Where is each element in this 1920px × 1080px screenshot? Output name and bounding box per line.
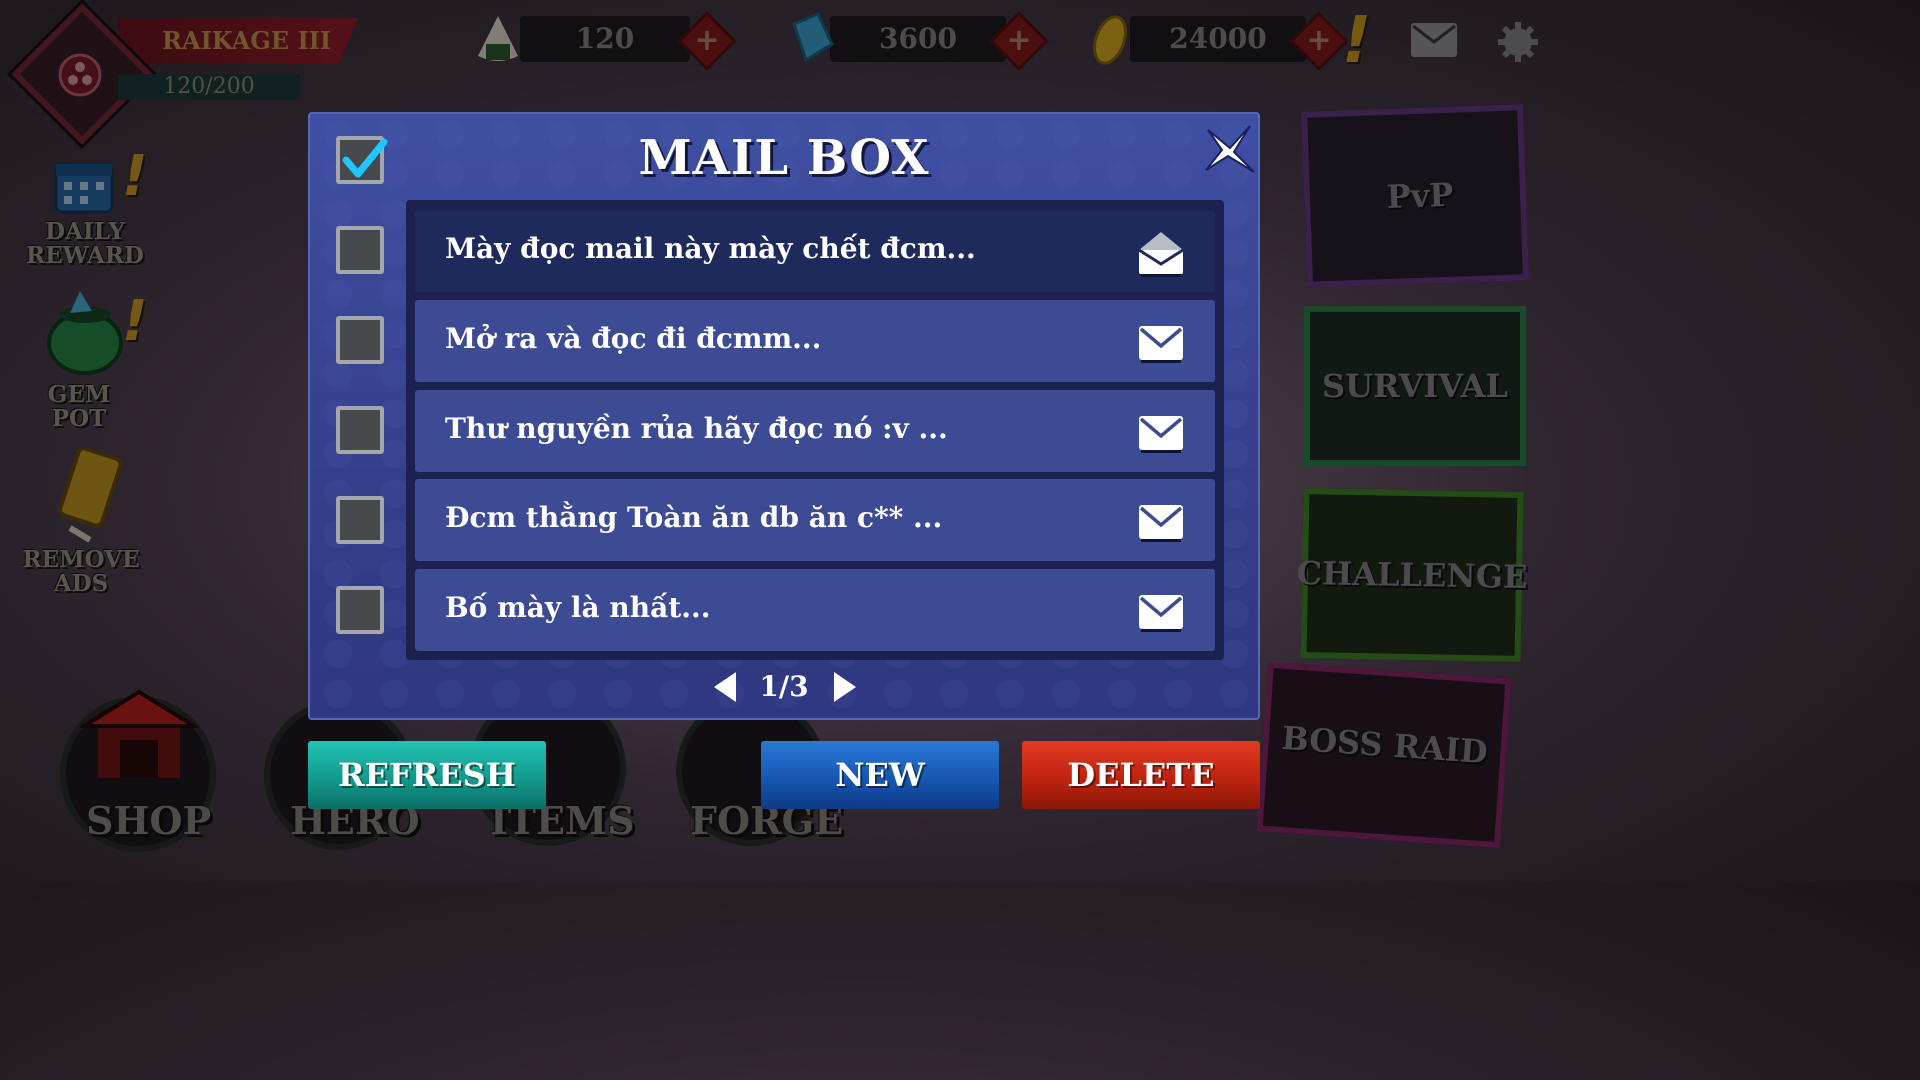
shop-label: SHOP <box>86 798 212 843</box>
mail-subject: Mở ra và đọc đi đcmm... <box>445 322 822 355</box>
envelope-icon <box>1139 416 1183 453</box>
mail-subject: Đcm thằng Toàn ăn db ăn c** ... <box>445 501 943 534</box>
gold-counter: 24000 <box>1130 16 1306 62</box>
mail-row[interactable]: Bố mày là nhất... <box>415 569 1215 651</box>
daily-reward-label-2: REWARD <box>26 242 144 269</box>
rank-title: RAIKAGE III <box>118 18 358 64</box>
remove-ads-label-2: ADS <box>53 570 109 597</box>
next-page-arrow-icon[interactable] <box>832 670 858 704</box>
daily-reward-label-1: DAILY <box>45 218 125 245</box>
shop-button[interactable]: SHOP <box>60 689 216 852</box>
open-envelope-icon <box>1138 232 1184 277</box>
mail-icon[interactable] <box>1410 22 1458 60</box>
boss-raid-mode-card[interactable]: BOSS RAID <box>1256 661 1512 849</box>
challenge-mode-card[interactable]: CHALLENGE <box>1296 488 1528 662</box>
gear-icon[interactable] <box>1496 20 1540 64</box>
envelope-icon <box>1139 326 1183 363</box>
gem-pot-button[interactable]: ! GEM POT <box>30 285 148 435</box>
mail-subject: Mày đọc mail này mày chết đcm... <box>445 232 976 265</box>
mail-subject: Thư nguyền rủa hãy đọc nó :v ... <box>445 412 948 445</box>
survival-mode-card[interactable]: SURVIVAL <box>1304 306 1526 466</box>
gold-coin-icon <box>1092 15 1128 65</box>
stamina-counter: 120 <box>520 16 690 62</box>
mail-subject: Bố mày là nhất... <box>445 591 711 624</box>
refresh-button[interactable]: REFRESH <box>308 741 546 809</box>
gem-pot-icon <box>47 291 123 375</box>
gem-pot-label-1: GEM <box>47 381 111 408</box>
mail-checkbox-2[interactable] <box>336 316 384 364</box>
mail-checkbox-5[interactable] <box>336 586 384 634</box>
boss-raid-label: BOSS RAID <box>1280 718 1489 772</box>
gem-icon <box>792 12 834 63</box>
mailbox-title: MAIL BOX <box>638 130 930 186</box>
survival-label: SURVIVAL <box>1322 367 1508 405</box>
select-all-checkbox[interactable] <box>336 136 388 184</box>
page-indicator: 1/3 <box>759 670 809 703</box>
ticket-icon <box>58 448 123 543</box>
rank-xp: 120/200 <box>118 74 300 100</box>
gem-pot-alert-icon: ! <box>122 289 148 354</box>
remove-ads-button[interactable]: REMOVE ADS <box>20 448 142 598</box>
gem-pot-label-2: POT <box>51 405 107 432</box>
mail-row[interactable]: Mày đọc mail này mày chết đcm... <box>415 210 1215 292</box>
close-icon[interactable] <box>1200 124 1256 176</box>
gem-counter: 3600 <box>830 16 1006 62</box>
new-mail-button[interactable]: NEW <box>761 741 999 809</box>
tomoe-icon <box>58 53 102 97</box>
mail-checkbox-1[interactable] <box>336 226 384 274</box>
shop-stall-icon <box>80 689 198 778</box>
challenge-label: CHALLENGE <box>1296 553 1528 597</box>
remove-ads-label-1: REMOVE <box>22 546 140 573</box>
mail-row[interactable]: Thư nguyền rủa hãy đọc nó :v ... <box>415 390 1215 472</box>
envelope-icon <box>1139 595 1183 632</box>
envelope-icon <box>1139 505 1183 542</box>
mail-checkbox-3[interactable] <box>336 406 384 454</box>
alert-icon: ! <box>1342 4 1372 78</box>
delete-button[interactable]: DELETE <box>1022 741 1260 809</box>
mail-row[interactable]: Đcm thằng Toàn ăn db ăn c** ... <box>415 479 1215 561</box>
mail-checkbox-4[interactable] <box>336 496 384 544</box>
rice-ball-icon <box>478 16 518 61</box>
mail-row[interactable]: Mở ra và đọc đi đcmm... <box>415 300 1215 382</box>
prev-page-arrow-icon[interactable] <box>712 670 738 704</box>
checkmark-icon <box>342 138 388 178</box>
